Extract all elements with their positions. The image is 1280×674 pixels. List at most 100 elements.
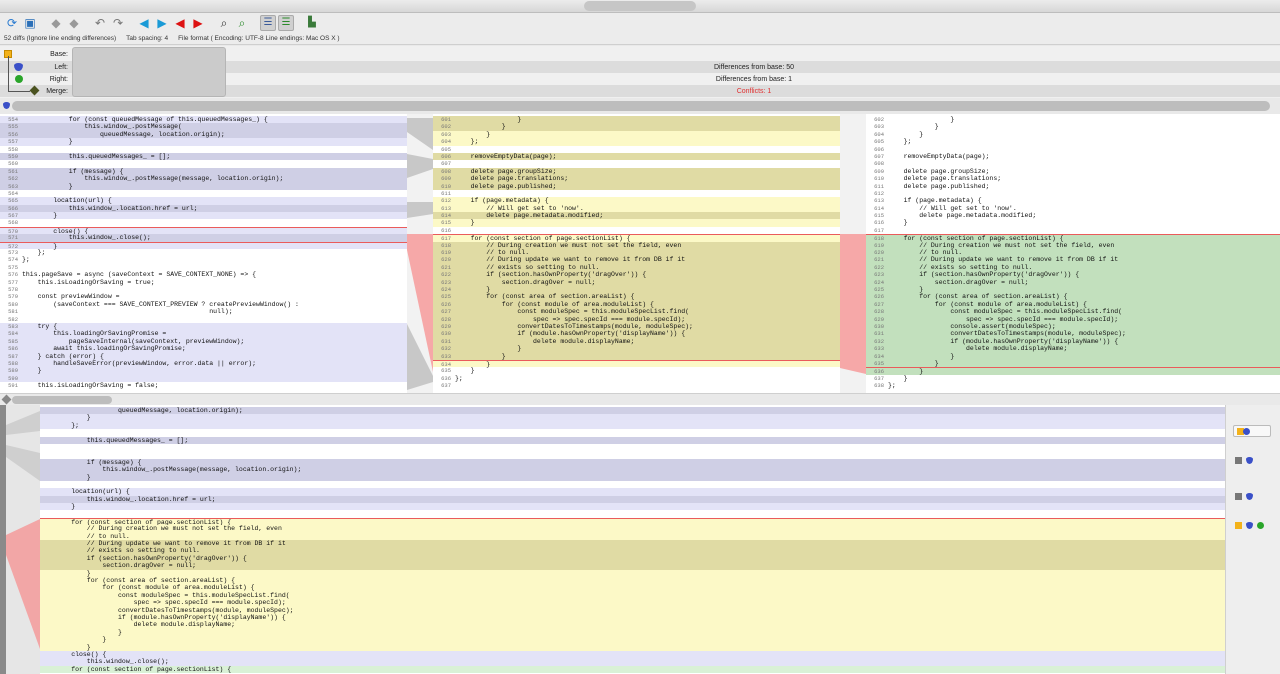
code-line: 554 for (const queuedMessage of this.que…	[0, 116, 407, 124]
line-number: 578	[8, 285, 18, 293]
line-number: 637	[874, 374, 884, 382]
conflict-tag[interactable]	[1233, 425, 1271, 437]
merge-view-icon[interactable]: ☰	[278, 15, 294, 31]
line-code: this.pageSave = async (saveContext = SAV…	[22, 271, 257, 279]
left-pane[interactable]: 554 for (const queuedMessage of this.que…	[0, 114, 407, 393]
line-code: }	[22, 212, 58, 220]
code-line: 618 for (const section of page.sectionLi…	[866, 234, 1280, 242]
prev-diff-icon[interactable]: ◀	[136, 15, 152, 31]
horizontal-scrollbar[interactable]	[0, 99, 1280, 113]
line-code: this.isLoadingOrSaving = false;	[22, 382, 159, 390]
left-connector-gutter	[407, 114, 433, 393]
line-code: }	[40, 503, 76, 511]
line-code: this.loadingOrSavingPromise =	[22, 330, 167, 338]
line-code: null);	[22, 308, 233, 316]
merge-window: ⟳ ▣ ◆ ◆ ↶ ↷ ◀ ▶ ◀ ▶ ⌕ ⌕ ☰ ☰ ▙ 52 diffs (…	[0, 0, 1280, 674]
code-line: this.window_.location.href = url;	[40, 495, 1225, 504]
code-line: 603 }	[433, 130, 840, 139]
line-code: this.isLoadingOrSaving = true;	[22, 278, 155, 286]
line-code: }	[888, 123, 939, 131]
code-line: }	[40, 628, 1225, 637]
code-line: 583 try {	[0, 322, 407, 331]
save-icon[interactable]: ▣	[22, 15, 38, 31]
merge-scrollbar-thumb[interactable]	[12, 396, 112, 404]
refresh-icon[interactable]: ⟳	[4, 15, 20, 31]
code-line: // exists so setting to null.	[40, 547, 1225, 555]
code-line: 615 delete page.metadata.modified;	[866, 212, 1280, 219]
line-code: removeEmptyData(page);	[888, 152, 990, 160]
line-code: // exists so setting to null.	[40, 547, 200, 555]
merge-output-pane[interactable]: queuedMessage, location.origin); } }; th…	[40, 405, 1225, 674]
redo-icon[interactable]: ↷	[110, 15, 126, 31]
find-icon[interactable]: ⌕	[216, 15, 232, 31]
next-diff-icon[interactable]: ▶	[154, 15, 170, 31]
resolve-right-icon[interactable]: ◆	[66, 15, 82, 31]
code-line: 617 for (const section of page.sectionLi…	[433, 234, 840, 242]
line-code: }	[455, 367, 475, 375]
line-code: section.dragOver = null;	[888, 278, 1029, 286]
line-code: delete page.groupSize;	[888, 167, 990, 175]
code-line: 576 this.pageSave = async (saveContext = …	[0, 271, 407, 278]
line-number: 591	[8, 382, 18, 390]
code-line: 626 for (const module of area.moduleList…	[433, 300, 840, 309]
merge-marker-icon	[1, 394, 12, 405]
line-code: const moduleSpec = this.moduleSpecList.f…	[40, 591, 290, 599]
line-number: 622	[441, 271, 451, 279]
line-code: }	[40, 636, 107, 644]
code-line: 628 spec => spec.specId === module.specI…	[433, 315, 840, 323]
resolve-left-icon[interactable]: ◆	[48, 15, 64, 31]
line-code: try {	[22, 322, 58, 330]
undo-icon[interactable]: ↶	[92, 15, 108, 31]
line-number: 619	[874, 241, 884, 249]
find-next-icon[interactable]: ⌕	[234, 15, 250, 31]
code-line: 573 };	[0, 249, 407, 256]
line-code: this.queuedMessages_ = [];	[22, 152, 171, 160]
base-pane[interactable]: 601 } 602 } 603 } 604 }; 605 606 removeEmptyD…	[433, 114, 840, 393]
line-code: pageSaveInternal(saveContext, previewWin…	[22, 337, 245, 345]
line-code: }	[455, 352, 506, 360]
line-number: 629	[874, 315, 884, 323]
code-line: 636 }	[866, 367, 1280, 375]
code-line: 564	[0, 190, 407, 197]
scrollbar-thumb[interactable]	[12, 101, 1270, 111]
expand-icon[interactable]: ▙	[304, 15, 320, 31]
code-line: 606 removeEmptyData(page);	[433, 152, 840, 161]
line-number: 568	[8, 219, 18, 227]
right-connector-svg	[840, 234, 866, 374]
code-line: 628 const moduleSpec = this.moduleSpecLi…	[866, 308, 1280, 316]
line-code: delete page.translations;	[888, 175, 1002, 183]
code-line: 571 this.window_.close();	[0, 234, 407, 242]
line-code: // to null.	[888, 249, 963, 257]
line-number: 630	[441, 330, 451, 338]
line-code: const previewWindow =	[22, 293, 120, 301]
line-number: 630	[874, 322, 884, 330]
left-diff-summary: Differences from base: 50	[228, 61, 1280, 73]
code-line: 561 if (message) {	[0, 167, 407, 176]
next-conflict-icon[interactable]: ▶	[190, 15, 206, 31]
code-line: if (module.hasOwnProperty('displayName')…	[40, 613, 1225, 622]
line-number: 602	[441, 123, 451, 131]
row-left-icon-2	[1246, 493, 1253, 500]
line-code: delete page.metadata.modified;	[888, 212, 1037, 220]
left-label: Left:	[54, 63, 68, 71]
code-line: 609 delete page.groupSize;	[866, 168, 1280, 175]
outline-icon[interactable]: ☰	[260, 15, 276, 31]
line-number: 556	[8, 130, 18, 138]
merge-horizontal-scrollbar[interactable]	[0, 393, 1280, 405]
code-line: 572 }	[0, 241, 407, 250]
prev-conflict-icon[interactable]: ◀	[172, 15, 188, 31]
right-pane[interactable]: 602 } 603 } 604 } 605 }; 606 607 removeEmptyD…	[866, 114, 1280, 393]
line-number: 579	[8, 293, 18, 301]
code-line: 602 }	[433, 123, 840, 131]
code-line: 612	[866, 190, 1280, 197]
code-line: 623 section.dragOver = null;	[433, 278, 840, 286]
line-code: spec => spec.specId === module.specId);	[455, 315, 686, 323]
line-number: 581	[8, 308, 18, 316]
code-line: 559 this.queuedMessages_ = [];	[0, 152, 407, 161]
code-line: }	[40, 636, 1225, 644]
line-number: 601	[441, 116, 451, 123]
line-number: 624	[874, 278, 884, 286]
tag-left-icon	[1243, 428, 1250, 435]
